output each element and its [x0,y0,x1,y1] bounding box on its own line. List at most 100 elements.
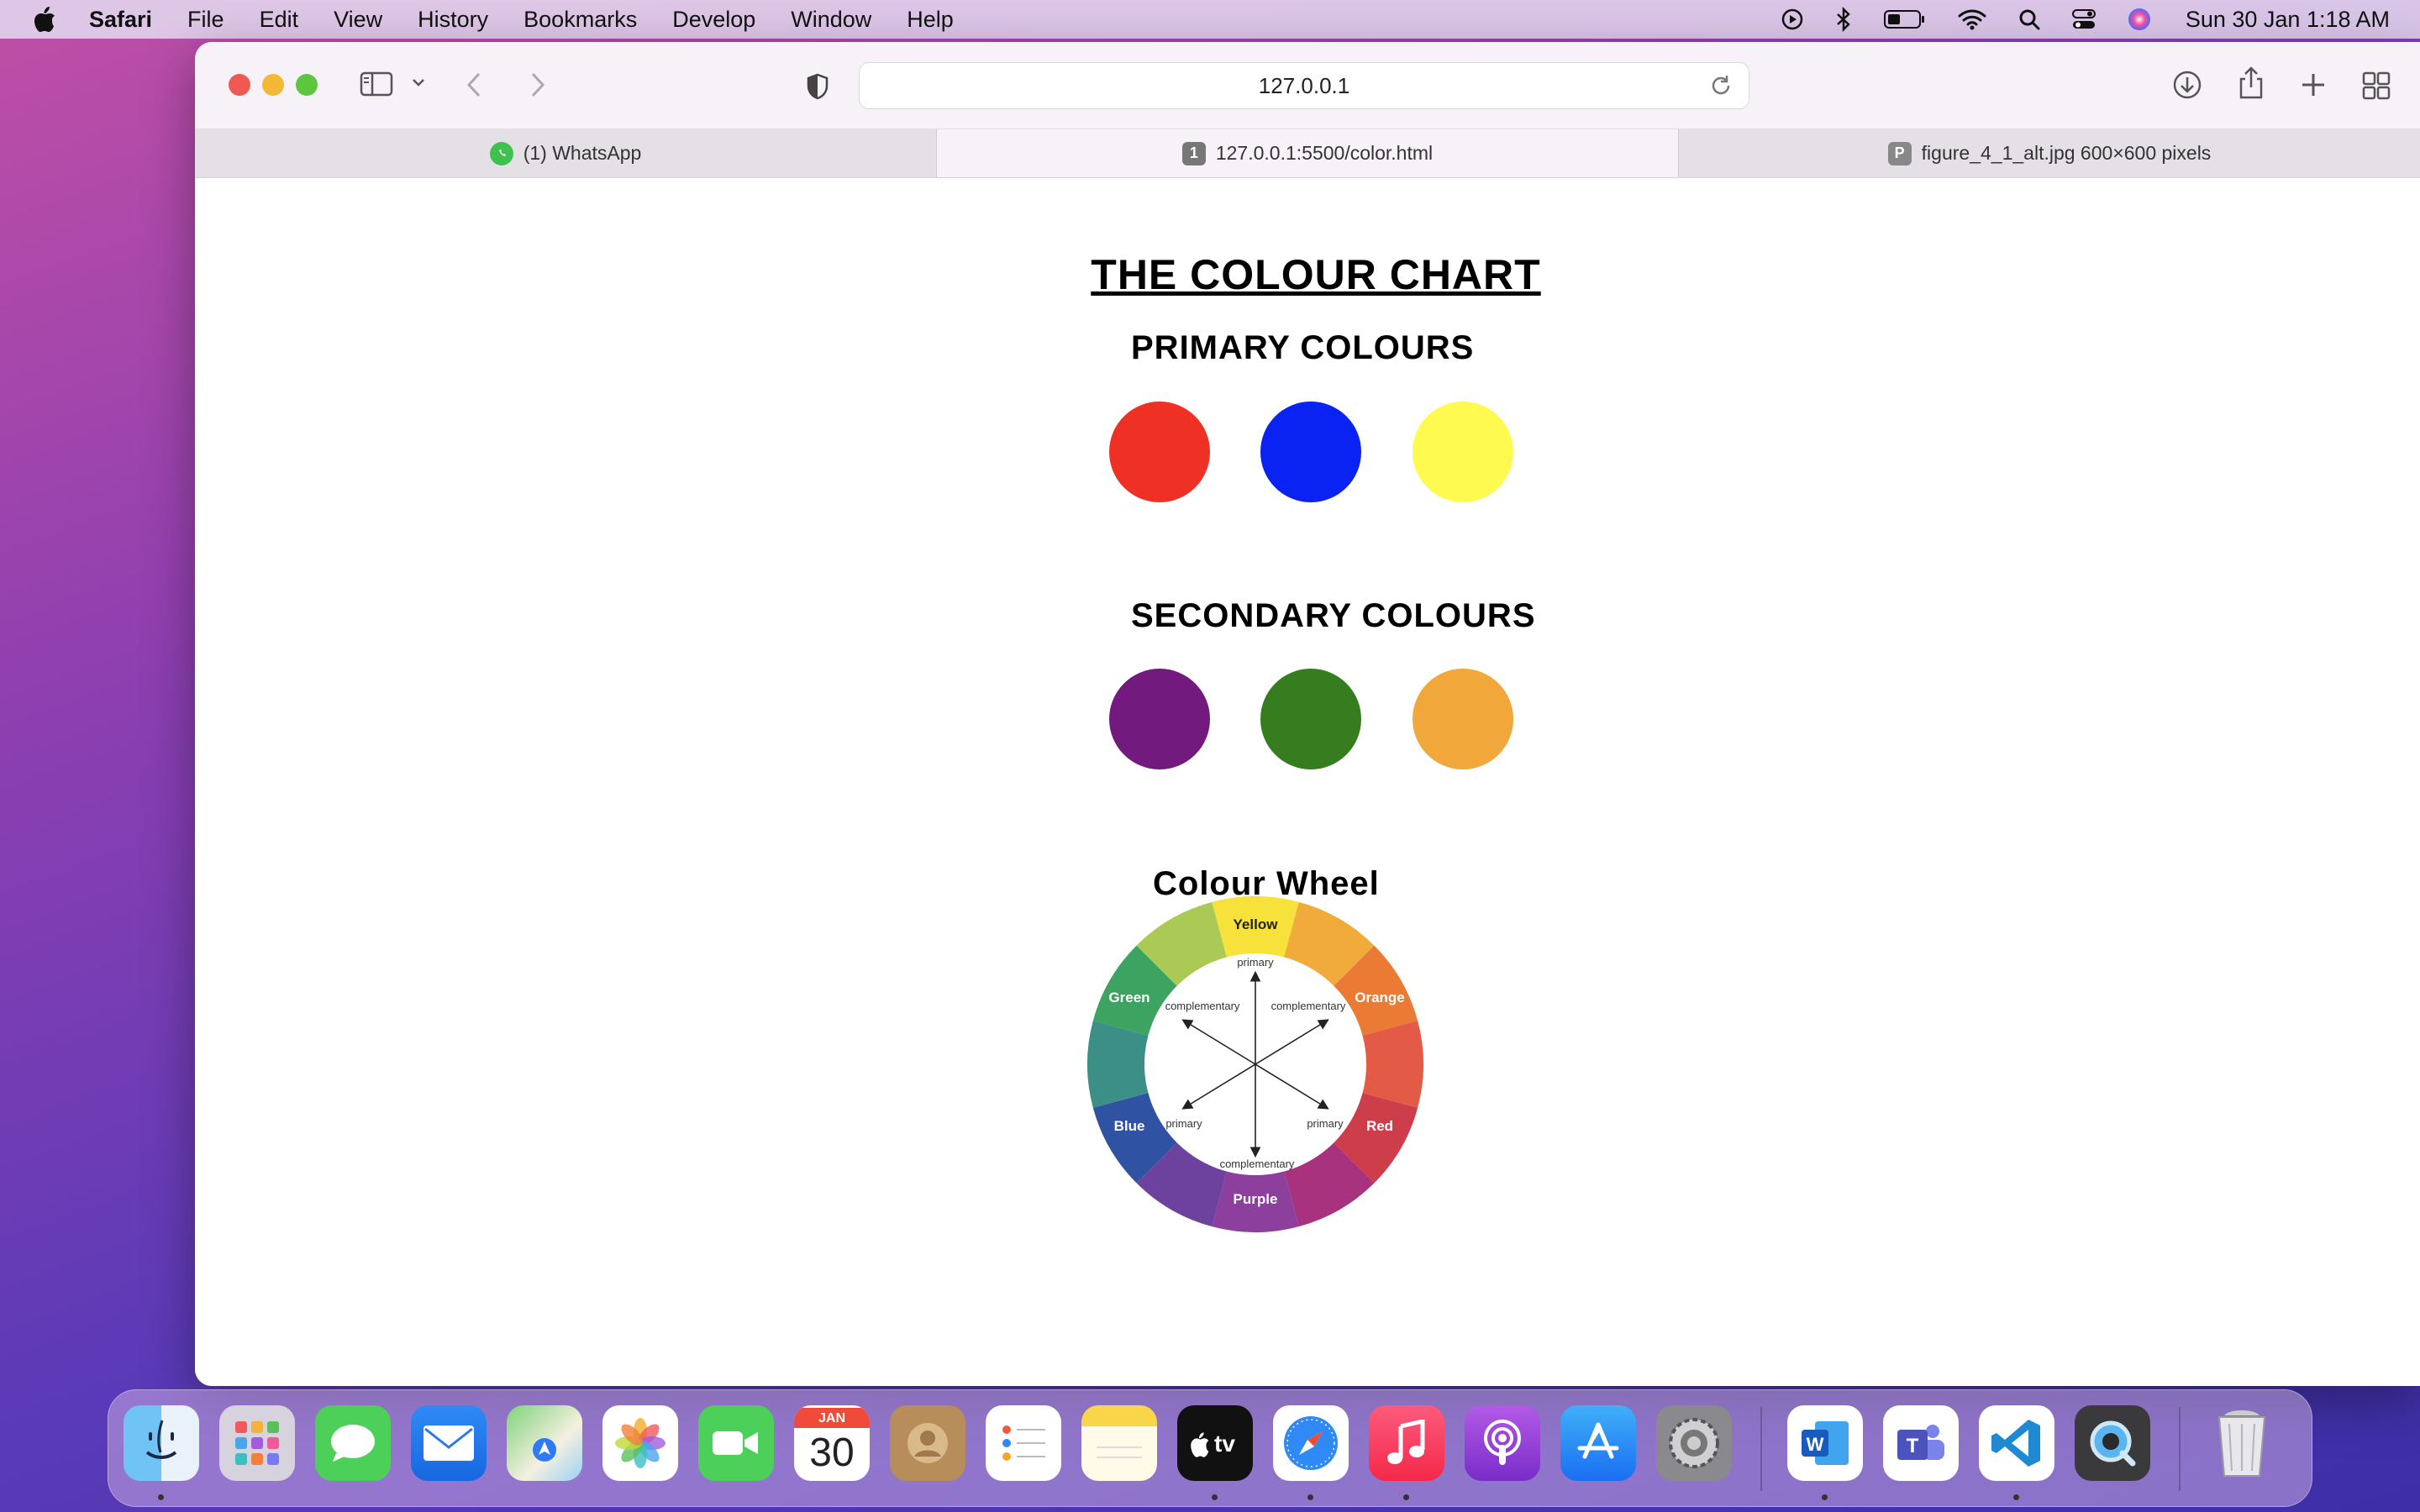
menu-window[interactable]: Window [791,7,871,33]
calendar-month: JAN [794,1408,870,1428]
menu-help[interactable]: Help [907,7,954,33]
wheel-inner-label-top-right: complementary [1271,1000,1346,1012]
wheel-label-green: Green [1108,990,1150,1005]
whatsapp-icon [489,141,513,165]
bluetooth-icon[interactable] [1834,7,1853,32]
web-page: THE COLOUR CHART PRIMARY COLOURS SECONDA… [195,178,2420,1386]
menu-file[interactable]: File [187,7,224,33]
wheel-inner-label-bottom-left: primary [1165,1117,1202,1130]
privacy-shield-icon[interactable] [805,72,830,101]
chevron-down-icon[interactable] [412,77,425,87]
colour-wheel-segment [1360,1021,1423,1108]
finder-icon[interactable] [124,1405,199,1481]
menu-view[interactable]: View [334,7,382,33]
minimize-window-button[interactable] [262,74,284,96]
wheel-inner-label-top: primary [1237,956,1274,969]
quicktime-icon[interactable] [2075,1405,2150,1481]
mail-icon[interactable] [411,1405,487,1481]
secondary-color-orange-circle [1413,669,1513,769]
back-arrow-icon[interactable] [466,71,484,99]
menu-bookmarks[interactable]: Bookmarks [523,7,637,33]
primary-color-red-circle [1109,402,1210,502]
forward-arrow-icon[interactable] [528,71,546,99]
wheel-label-purple: Purple [1234,1191,1278,1207]
calendar-icon[interactable]: JAN 30 [794,1405,870,1481]
notes-icon[interactable] [1081,1405,1157,1481]
trash-icon[interactable] [2204,1405,2280,1481]
wifi-icon[interactable] [1957,8,1987,31]
reminders-icon[interactable] [986,1405,1061,1481]
facetime-icon[interactable] [698,1405,774,1481]
safari-window: 127.0.0.1 (1) WhatsApp 1 127.0.0.1:5500/… [195,42,2420,1386]
wheel-label-red: Red [1366,1118,1393,1134]
secondary-color-purple-circle [1109,669,1210,769]
music-icon[interactable] [1369,1405,1444,1481]
tab-label: 127.0.0.1:5500/color.html [1215,142,1434,164]
zoom-window-button[interactable] [296,74,318,96]
primary-color-blue-circle [1260,402,1361,502]
podcasts-icon[interactable] [1465,1405,1540,1481]
menubar-clock[interactable]: Sun 30 Jan 1:18 AM [2186,7,2390,33]
dock-running-indicator [1307,1494,1313,1500]
dock-separator [1760,1407,1762,1491]
control-center-icon[interactable] [2071,8,2096,31]
reload-icon[interactable] [1708,73,1733,104]
calendar-day: 30 [809,1431,855,1475]
menu-develop[interactable]: Develop [672,7,755,33]
primary-color-yellow-circle [1413,402,1513,502]
messages-icon[interactable] [315,1405,391,1481]
dock-separator [2179,1407,2181,1491]
menubar: Safari File Edit View History Bookmarks … [0,0,2420,39]
system-preferences-icon[interactable] [1656,1405,1732,1481]
battery-icon[interactable] [1883,8,1927,30]
colour-wheel-segment [1087,1021,1150,1108]
share-icon[interactable] [2237,66,2265,101]
dock-running-indicator [1403,1494,1409,1500]
svg-text:W: W [1807,1434,1824,1455]
vscode-icon[interactable] [1979,1405,2054,1481]
apple-menu-icon[interactable] [32,5,66,34]
wheel-label-blue: Blue [1114,1118,1145,1134]
teams-icon[interactable]: T [1883,1405,1959,1481]
spotlight-icon[interactable] [2018,8,2041,31]
photos-icon[interactable] [602,1405,678,1481]
downloads-icon[interactable] [2171,69,2203,101]
tab-favicon-p: P [1887,141,1912,165]
now-playing-icon[interactable] [1781,8,1804,31]
menu-app-name[interactable]: Safari [89,7,152,33]
window-controls [229,74,329,96]
colour-wheel-image: Yellow Orange Red Purple Blue Green prim… [1087,896,1423,1232]
maps-icon[interactable] [507,1405,582,1481]
dock-running-indicator [1822,1494,1828,1500]
sidebar-toggle-icon[interactable] [360,71,393,97]
svg-text:tv: tv [1214,1431,1235,1457]
tab-figure-image[interactable]: P figure_4_1_alt.jpg 600×600 pixels [1679,129,2420,177]
tab-overview-icon[interactable] [2361,71,2391,101]
wheel-inner-label-top-left: complementary [1165,1000,1240,1012]
contacts-icon[interactable] [890,1405,965,1481]
dock: JAN 30 tv W T [108,1389,2312,1507]
secondary-color-green-circle [1260,669,1361,769]
browser-toolbar: 127.0.0.1 [195,42,2420,129]
launchpad-icon[interactable] [219,1405,295,1481]
dock-running-indicator [2013,1494,2019,1500]
menu-edit[interactable]: Edit [260,7,299,33]
word-icon[interactable]: W [1787,1405,1863,1481]
tab-favicon-1: 1 [1181,141,1206,165]
tab-whatsapp[interactable]: (1) WhatsApp [195,129,937,177]
app-store-icon[interactable] [1560,1405,1636,1481]
apple-tv-icon[interactable]: tv [1177,1405,1253,1481]
siri-icon[interactable] [2127,7,2152,32]
close-window-button[interactable] [229,74,250,96]
tab-color-page[interactable]: 1 127.0.0.1:5500/color.html [937,129,1679,177]
menu-history[interactable]: History [418,7,488,33]
dock-running-indicator [158,1494,164,1500]
tab-bar: (1) WhatsApp 1 127.0.0.1:5500/color.html… [195,129,2420,178]
new-tab-icon[interactable] [2299,71,2328,99]
tab-label: figure_4_1_alt.jpg 600×600 pixels [1921,142,2212,164]
safari-icon[interactable] [1273,1405,1349,1481]
primary-colours-heading: PRIMARY COLOURS [1131,329,1475,366]
wheel-label-orange: Orange [1355,990,1405,1005]
svg-text:T: T [1907,1435,1919,1457]
address-bar[interactable]: 127.0.0.1 [859,62,1749,109]
